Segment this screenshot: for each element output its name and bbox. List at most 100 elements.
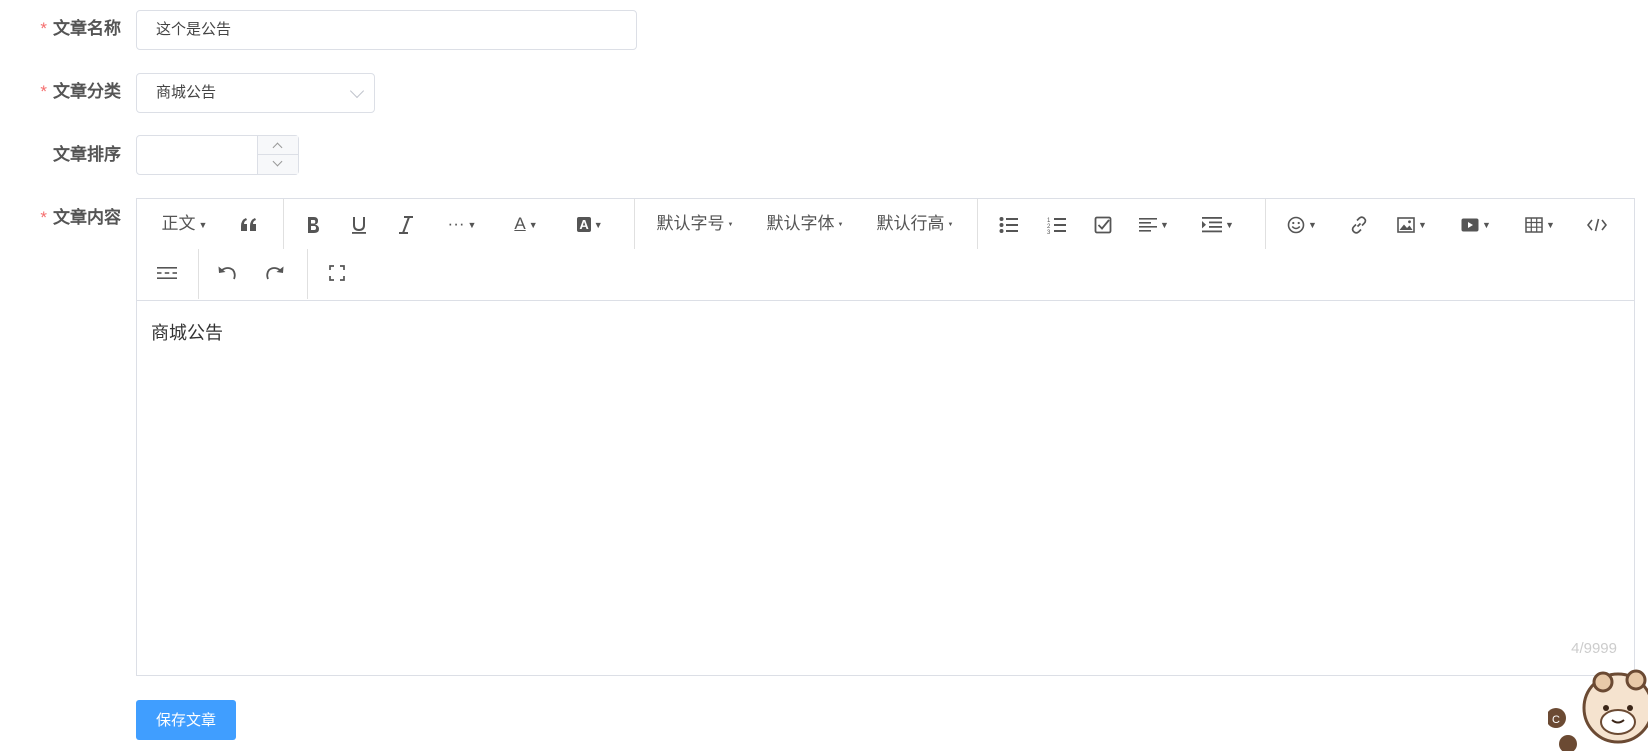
more-icon: ··· (447, 214, 465, 233)
underline-button[interactable] (349, 209, 369, 239)
category-select-value: 商城公告 (156, 84, 217, 101)
caret-down-icon: ▼ (947, 221, 954, 228)
insert-image-dropdown[interactable]: ▼ (1395, 209, 1429, 239)
caret-down-icon: ▼ (1546, 219, 1555, 230)
bear-mascot-icon: C (1546, 660, 1648, 756)
required-star: * (40, 19, 47, 38)
table-icon (1525, 216, 1543, 233)
toolbar-separator (307, 249, 308, 299)
line-height-label: 默认行高 (876, 214, 945, 233)
name-label-text: 文章名称 (53, 19, 121, 38)
caret-down-icon: ▼ (1482, 219, 1491, 230)
bold-button[interactable] (303, 209, 323, 239)
sort-label-text: 文章排序 (53, 145, 121, 164)
sort-stepper (257, 136, 298, 174)
justify-dropdown[interactable]: ▼ (1137, 209, 1171, 239)
bold-icon (308, 216, 319, 233)
fullscreen-icon (329, 264, 345, 281)
emotion-dropdown[interactable]: ▼ (1285, 209, 1319, 239)
font-color-dropdown[interactable]: A ▼ (509, 209, 543, 239)
numbered-list-icon: 123 (1047, 217, 1066, 236)
name-label: * 文章名称 (0, 19, 121, 39)
category-label-text: 文章分类 (53, 82, 121, 101)
chevron-up-icon (272, 142, 283, 153)
chevron-down-icon (272, 156, 283, 167)
indent-icon (1202, 216, 1223, 232)
editor-toolbar: 正文 ▼ ··· ▼ A ▼ A ▼ 默认字号 ▼ 默认字体 ▼ 默认行高 ▼ … (137, 199, 1634, 301)
category-select[interactable]: 商城公告 (136, 73, 375, 113)
toolbar-separator (634, 199, 635, 249)
font-family-label: 默认字体 (766, 214, 835, 233)
italic-button[interactable] (396, 209, 416, 239)
video-icon (1461, 218, 1479, 232)
rich-text-editor: 正文 ▼ ··· ▼ A ▼ A ▼ 默认字号 ▼ 默认字体 ▼ 默认行高 ▼ … (136, 198, 1635, 676)
caret-down-icon: ▼ (837, 221, 844, 228)
caret-down-icon: ▼ (593, 219, 603, 230)
more-styles-dropdown[interactable]: ··· ▼ (445, 209, 479, 239)
bulleted-list-icon (999, 216, 1018, 233)
caret-down-icon: ▼ (528, 219, 538, 230)
toolbar-separator (198, 249, 199, 299)
fullscreen-button[interactable] (325, 257, 349, 287)
caret-down-icon: ▼ (198, 219, 208, 230)
caret-down-icon: ▼ (1308, 219, 1317, 230)
bulleted-list-button[interactable] (997, 209, 1021, 239)
background-color-dropdown[interactable]: A ▼ (573, 209, 607, 239)
toolbar-separator (1265, 199, 1266, 249)
sort-input[interactable] (136, 135, 299, 175)
font-size-label: 默认字号 (656, 214, 725, 233)
undo-icon (218, 266, 236, 279)
divider-button[interactable] (155, 257, 179, 287)
editor-content[interactable]: 商城公告 (151, 319, 223, 345)
content-label: * 文章内容 (0, 208, 121, 228)
code-block-button[interactable] (1585, 209, 1609, 239)
caret-down-icon: ▼ (1225, 219, 1234, 230)
emoji-icon (1287, 216, 1305, 233)
toolbar-separator (977, 199, 978, 249)
image-icon (1397, 216, 1415, 233)
paragraph-format-label: 正文 (161, 214, 196, 233)
caret-down-icon: ▼ (1160, 219, 1169, 230)
undo-button[interactable] (215, 257, 239, 287)
italic-icon (399, 215, 413, 234)
save-article-button[interactable]: 保存文章 (136, 700, 236, 740)
caret-down-icon: ▼ (727, 221, 734, 228)
redo-button[interactable] (263, 257, 287, 287)
category-label: * 文章分类 (0, 82, 121, 102)
required-star: * (40, 82, 47, 101)
insert-video-dropdown[interactable]: ▼ (1459, 209, 1493, 239)
font-size-dropdown[interactable]: 默认字号 ▼ (655, 209, 735, 239)
checkbox-icon (1094, 216, 1112, 233)
indent-dropdown[interactable]: ▼ (1201, 209, 1235, 239)
sort-label: 文章排序 (0, 145, 121, 165)
divider-icon (157, 266, 177, 279)
caret-down-icon: ▼ (467, 219, 477, 230)
name-input[interactable]: 这个是公告 (136, 10, 637, 50)
font-color-icon: A (514, 214, 526, 233)
code-icon (1586, 218, 1608, 231)
svg-text:3: 3 (1047, 230, 1051, 234)
paragraph-format-dropdown[interactable]: 正文 ▼ (157, 209, 212, 239)
align-left-icon (1139, 217, 1158, 232)
toolbar-separator (283, 199, 284, 249)
insert-link-button[interactable] (1347, 209, 1371, 239)
underline-icon (352, 216, 366, 234)
insert-table-dropdown[interactable]: ▼ (1523, 209, 1557, 239)
character-counter: 4/9999 (1571, 640, 1617, 657)
quote-icon (241, 217, 256, 231)
line-height-dropdown[interactable]: 默认行高 ▼ (875, 209, 955, 239)
redo-icon (266, 266, 284, 279)
blockquote-button[interactable] (237, 209, 261, 239)
background-color-icon: A (577, 217, 591, 232)
required-star: * (40, 208, 47, 227)
font-family-dropdown[interactable]: 默认字体 ▼ (765, 209, 845, 239)
svg-text:C: C (1552, 714, 1560, 726)
todo-list-button[interactable] (1091, 209, 1115, 239)
link-icon (1351, 215, 1367, 234)
chevron-down-icon (349, 83, 365, 99)
content-label-text: 文章内容 (53, 208, 121, 227)
caret-down-icon: ▼ (1418, 219, 1427, 230)
decrease-button[interactable] (258, 155, 298, 173)
increase-button[interactable] (258, 136, 298, 155)
numbered-list-button[interactable]: 123 (1045, 209, 1069, 239)
